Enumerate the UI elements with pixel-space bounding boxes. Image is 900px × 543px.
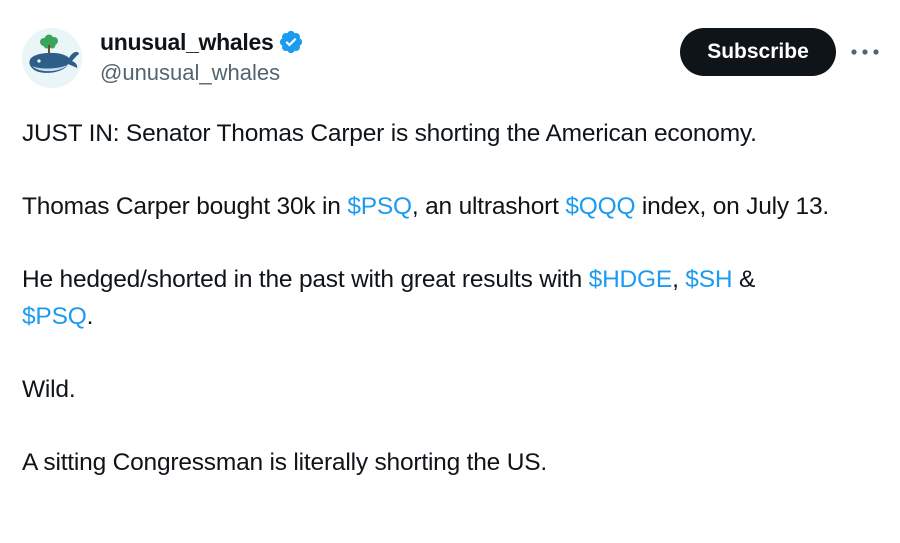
user-names: unusual_whales @unusual_whales <box>100 26 304 86</box>
display-name-row: unusual_whales <box>100 26 304 58</box>
more-horizontal-icon[interactable] <box>848 40 882 64</box>
whale-avatar-icon[interactable] <box>22 28 82 88</box>
tweet-paragraph-5: A sitting Congressman is literally short… <box>22 449 547 476</box>
tweet-card: unusual_whales @unusual_whales Subscribe… <box>0 0 900 543</box>
text-span: , <box>672 266 686 293</box>
cashtag-psq-link-2[interactable]: $PSQ <box>22 303 87 330</box>
tweet-paragraph-2: Thomas Carper bought 30k in $PSQ, an ult… <box>22 188 882 225</box>
cashtag-qqq-link[interactable]: $QQQ <box>565 193 635 220</box>
text-span: He hedged/shorted in the past with great… <box>22 266 589 293</box>
text-span: . <box>86 303 94 330</box>
display-name[interactable]: unusual_whales <box>100 29 274 56</box>
cashtag-sh-link[interactable]: $SH <box>685 266 732 293</box>
tweet-text: JUST IN: Senator Thomas Carper is shorti… <box>22 115 882 517</box>
tweet-header: unusual_whales @unusual_whales Subscribe <box>22 26 882 90</box>
text-span: & <box>732 266 756 293</box>
tweet-paragraph-3: He hedged/shorted in the past with great… <box>22 261 882 335</box>
verified-badge-icon[interactable] <box>278 29 304 55</box>
text-span: index, on July 13. <box>635 193 830 220</box>
tweet-paragraph-1: JUST IN: Senator Thomas Carper is shorti… <box>22 120 757 147</box>
subscribe-button[interactable]: Subscribe <box>680 28 836 76</box>
tweet-paragraph-4: Wild. <box>22 376 76 403</box>
user-handle[interactable]: @unusual_whales <box>100 60 304 86</box>
text-span: Thomas Carper bought 30k in <box>22 193 348 220</box>
text-span: , an ultrashort <box>411 193 566 220</box>
cashtag-hdge-link[interactable]: $HDGE <box>589 266 673 293</box>
cashtag-psq-link[interactable]: $PSQ <box>347 193 412 220</box>
